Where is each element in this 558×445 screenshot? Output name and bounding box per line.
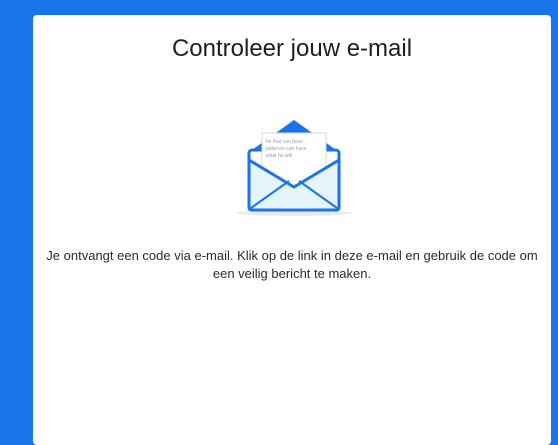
instruction-text: Je ontvangt een code via e-mail. Klik op…	[46, 248, 538, 281]
letter-line-3: what he will	[266, 153, 292, 159]
letter-line-1: he that can have	[266, 139, 303, 145]
email-check-card: Controleer jouw e-mail he that can have …	[33, 15, 551, 445]
open-envelope-icon: he that can have patience can have what …	[229, 105, 359, 220]
letter-line-2: patience can have	[266, 146, 307, 152]
page-title: Controleer jouw e-mail	[171, 35, 413, 62]
